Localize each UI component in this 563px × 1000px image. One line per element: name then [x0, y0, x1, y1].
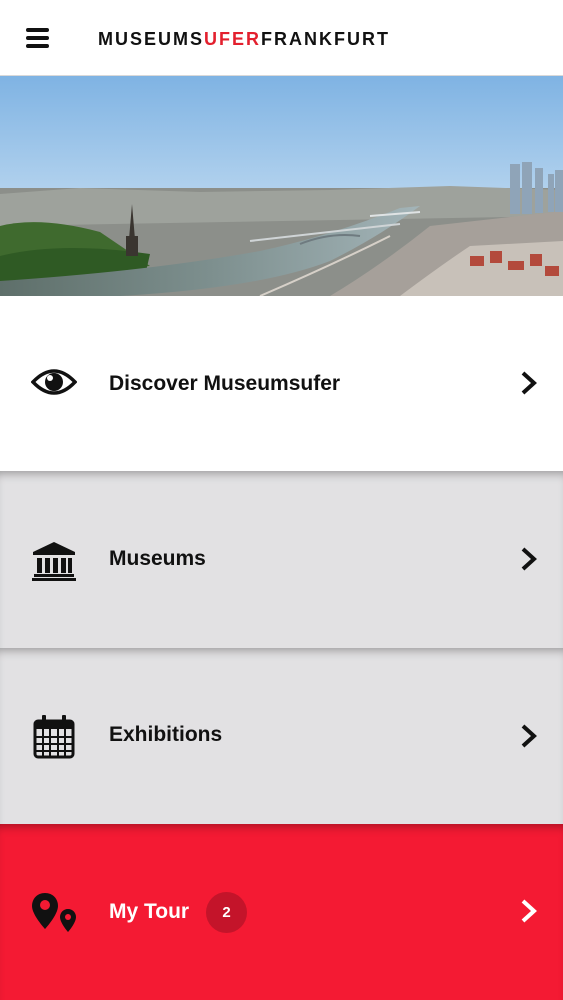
- logo-text-frankfurt: FRANKFURT: [261, 29, 390, 49]
- menu-item-exhibitions[interactable]: Exhibitions: [0, 648, 563, 824]
- app-header: MUSEUMSUFERFRANKFURT: [0, 0, 563, 76]
- tour-count-badge: 2: [206, 892, 247, 933]
- calendar-icon: [31, 714, 77, 765]
- chevron-right-icon: [518, 370, 540, 396]
- hamburger-menu-icon[interactable]: [22, 24, 54, 52]
- menu-item-my-tour[interactable]: My Tour 2: [0, 824, 563, 1000]
- chevron-right-icon: [518, 723, 540, 749]
- menu-item-label: My Tour: [109, 900, 190, 923]
- chevron-right-icon: [518, 898, 540, 924]
- menu-item-label: Discover Museumsufer: [109, 372, 341, 395]
- menu-item-label: Museums: [109, 547, 206, 570]
- eye-icon: [30, 366, 78, 403]
- app-logo[interactable]: MUSEUMSUFERFRANKFURT: [98, 28, 390, 50]
- menu-item-label: Exhibitions: [109, 723, 223, 746]
- map-pin-icon: [31, 892, 79, 939]
- logo-text-ufer: UFER: [204, 29, 262, 49]
- logo-text-museums: MUSEUMS: [98, 29, 205, 49]
- museum-building-icon: [31, 541, 77, 586]
- chevron-right-icon: [518, 546, 540, 572]
- menu-item-discover[interactable]: Discover Museumsufer: [0, 296, 563, 471]
- hero-panorama-image: [0, 76, 563, 296]
- menu-item-museums[interactable]: Museums: [0, 471, 563, 648]
